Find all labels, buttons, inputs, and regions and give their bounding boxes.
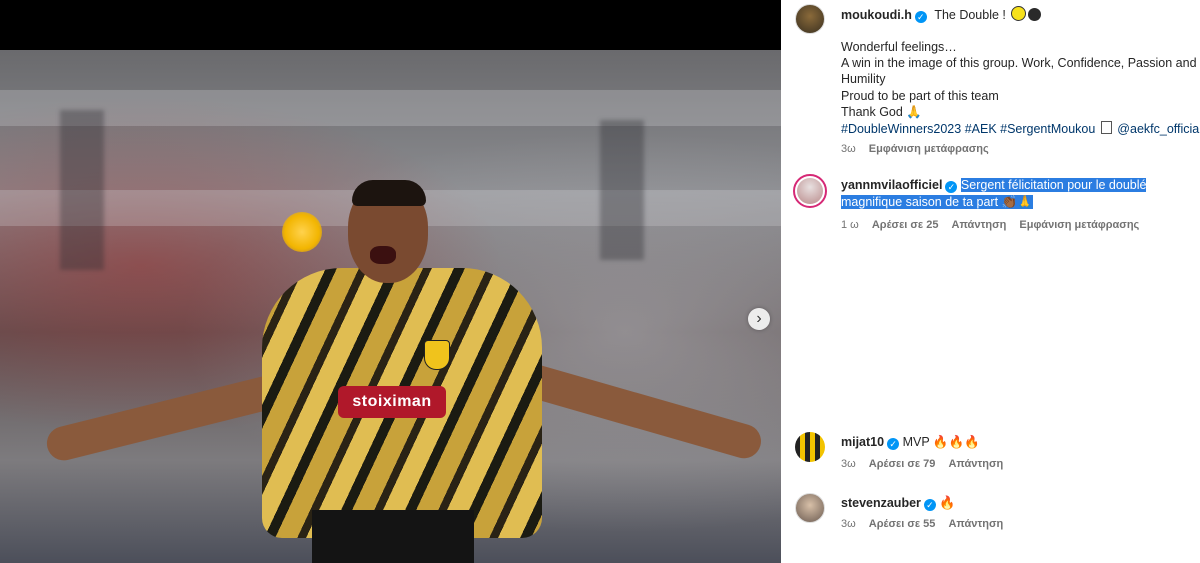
- yellow-circle-icon: [1011, 6, 1027, 21]
- comment-text: MVP 🔥🔥🔥: [902, 435, 980, 449]
- comment-avatar[interactable]: [795, 493, 825, 523]
- comment-time[interactable]: 3ω: [841, 518, 856, 530]
- post-headline: The Double !: [934, 8, 1006, 22]
- player-shorts: [312, 510, 474, 563]
- comments-panel: moukoudi.h ✓ The Double ! Wonderful feeli…: [781, 0, 1200, 563]
- caption-line: Wonderful feelings…: [841, 40, 957, 54]
- see-translation-button[interactable]: Εμφάνιση μετάφρασης: [869, 143, 989, 155]
- post-time[interactable]: 3ω: [841, 143, 856, 155]
- comment-username[interactable]: yannmvilaofficiel: [841, 178, 942, 192]
- comment-time[interactable]: 1 ω: [841, 219, 859, 231]
- verified-icon: ✓: [914, 11, 927, 23]
- post-meta: 3ω Εμφάνιση μετάφρασης: [841, 143, 999, 155]
- comment-line: stevenzauber ✓ 🔥: [841, 495, 956, 511]
- caption-tags: #DoubleWinners2023 #AEK #SergentMoukou @…: [841, 121, 1200, 137]
- reply-button[interactable]: Απάντηση: [952, 219, 1007, 231]
- comment-time[interactable]: 3ω: [841, 458, 856, 470]
- post-media: stoiximan ›: [0, 0, 781, 563]
- player-hair: [352, 180, 426, 206]
- see-translation-button[interactable]: Εμφάνιση μετάφρασης: [1019, 219, 1139, 231]
- comment-line: yannmvilaofficiel ✓ Sergent félicitation …: [841, 178, 1147, 193]
- caption-line: Proud to be part of this team: [841, 89, 999, 103]
- comment-likes[interactable]: Αρέσει σε 25: [872, 219, 939, 231]
- author-username[interactable]: moukoudi.h: [841, 8, 912, 22]
- comment-meta: 3ω Αρέσει σε 55 Απάντηση: [841, 518, 1013, 530]
- club-crest: [424, 340, 450, 370]
- verified-icon: ✓: [923, 499, 936, 511]
- comment-likes[interactable]: Αρέσει σε 79: [869, 458, 936, 470]
- comment-avatar[interactable]: [793, 174, 827, 208]
- comment-avatar[interactable]: [795, 432, 825, 462]
- stadium-pillar: [600, 120, 644, 260]
- missing-glyph-icon: [1100, 121, 1112, 134]
- comment-username[interactable]: mijat10: [841, 435, 884, 449]
- comment-meta: 1 ω Αρέσει σε 25 Απάντηση Εμφάνιση μετάφ…: [841, 219, 1149, 231]
- comment-text: magnifique saison de ta part 👏🏾🙏: [841, 195, 1033, 209]
- verified-icon: ✓: [945, 181, 958, 193]
- verified-icon: ✓: [887, 438, 900, 450]
- player-mouth: [370, 246, 396, 264]
- comment-text: Sergent félicitation pour le doublé: [960, 178, 1147, 192]
- caption-line: Humility: [841, 72, 886, 86]
- comment-line: magnifique saison de ta part 👏🏾🙏: [841, 195, 1033, 210]
- hashtags-link[interactable]: #DoubleWinners2023 #AEK #SergentMoukou: [841, 122, 1095, 136]
- comment-meta: 3ω Αρέσει σε 79 Απάντηση: [841, 458, 1013, 470]
- light-flare: [282, 212, 322, 252]
- stadium-pillar: [60, 110, 104, 270]
- comment-text: 🔥: [939, 495, 956, 510]
- caption-line: A win in the image of this group. Work, …: [841, 56, 1197, 70]
- mention-link[interactable]: @aekfc_official: [1117, 122, 1200, 136]
- comment-username[interactable]: stevenzauber: [841, 496, 921, 510]
- sponsor-logo: stoiximan: [338, 386, 446, 418]
- author-avatar[interactable]: [795, 4, 825, 34]
- black-circle-icon: [1028, 8, 1042, 21]
- chevron-right-icon[interactable]: ›: [748, 308, 770, 330]
- reply-button[interactable]: Απάντηση: [948, 458, 1003, 470]
- comment-likes[interactable]: Αρέσει σε 55: [869, 518, 936, 530]
- post-header: moukoudi.h ✓ The Double !: [841, 6, 1042, 23]
- stadium-band: [0, 90, 781, 126]
- caption-line: Thank God 🙏: [841, 105, 922, 119]
- comment-line: mijat10 ✓ MVP 🔥🔥🔥: [841, 435, 980, 450]
- reply-button[interactable]: Απάντηση: [948, 518, 1003, 530]
